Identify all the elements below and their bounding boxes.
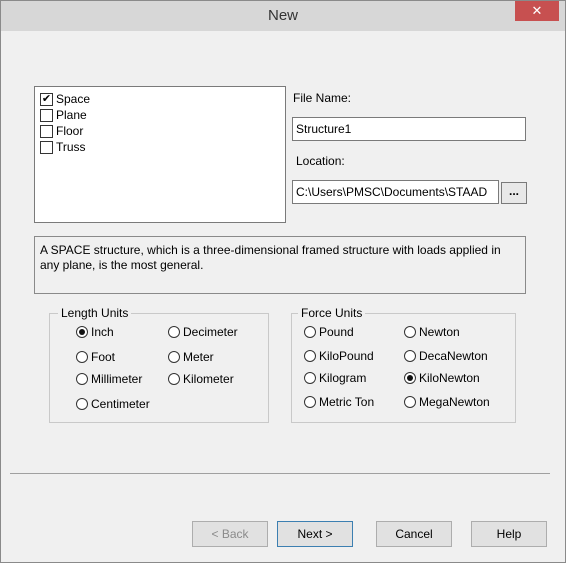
radio-label: Kilometer [183,372,234,386]
radio-label: KiloPound [319,349,374,363]
radio-button[interactable] [76,398,88,410]
floor-checkbox[interactable] [40,124,53,138]
structure-description: A SPACE structure, which is a three-dime… [34,236,526,294]
dialog-body: ✔ Space Plane Floor Truss File Name: Str… [6,31,560,557]
location-label: Location: [296,154,345,168]
radio-label: Kilogram [319,371,367,385]
force-unit-metric-ton[interactable]: Metric Ton [304,394,374,410]
force-unit-newton[interactable]: Newton [404,324,460,340]
structure-type-floor[interactable]: Floor [40,123,83,139]
length-units-legend: Length Units [58,306,132,320]
force-unit-kilopound[interactable]: KiloPound [304,348,374,364]
radio-label: Metric Ton [319,395,375,409]
back-button[interactable]: < Back [192,521,268,547]
radio-button[interactable] [168,351,180,363]
force-units-group: Force Units Pound Newton KiloPound DecaN… [291,306,516,423]
length-unit-foot[interactable]: Foot [76,349,115,365]
help-button[interactable]: Help [471,521,547,547]
force-unit-meganewton[interactable]: MegaNewton [404,394,490,410]
next-button[interactable]: Next > [277,521,353,547]
file-name-label: File Name: [293,91,352,105]
force-unit-pound[interactable]: Pound [304,324,354,340]
radio-button[interactable] [168,326,180,338]
radio-button[interactable] [76,373,88,385]
radio-label: Foot [91,350,116,364]
structure-type-label: Truss [56,140,86,154]
radio-label: Decimeter [183,325,238,339]
divider [10,473,550,474]
location-field[interactable]: C:\Users\PMSC\Documents\STAAD [292,180,499,204]
force-unit-decanewton[interactable]: DecaNewton [404,348,488,364]
radio-button[interactable] [404,326,416,338]
radio-label: Meter [183,350,214,364]
force-unit-kilonewton[interactable]: KiloNewton [404,370,480,386]
structure-type-space[interactable]: ✔ Space [40,91,90,107]
file-name-field[interactable]: Structure1 [292,117,526,141]
dialog-title: New [267,7,298,24]
radio-label: Centimeter [91,397,150,411]
structure-type-truss[interactable]: Truss [40,139,86,155]
force-units-legend: Force Units [298,306,366,320]
structure-type-list[interactable]: ✔ Space Plane Floor Truss [34,86,286,223]
structure-type-label: Space [56,92,91,106]
radio-button[interactable] [168,373,180,385]
truss-checkbox[interactable] [40,140,53,154]
space-checkbox[interactable]: ✔ [40,92,53,106]
radio-label: DecaNewton [419,349,488,363]
length-units-group: Length Units Inch Decimeter Foot Meter M… [49,306,269,423]
radio-button[interactable] [304,372,316,384]
title-bar[interactable]: New ✕ [1,1,565,31]
length-unit-millimeter[interactable]: Millimeter [76,371,142,387]
length-unit-decimeter[interactable]: Decimeter [168,324,238,340]
radio-button[interactable] [76,326,88,338]
radio-button[interactable] [304,350,316,362]
close-icon: ✕ [531,3,543,18]
radio-button[interactable] [76,351,88,363]
cancel-button[interactable]: Cancel [376,521,452,547]
force-unit-kilogram[interactable]: Kilogram [304,370,366,386]
radio-label: KiloNewton [419,371,480,385]
structure-type-label: Plane [56,108,87,122]
length-unit-kilometer[interactable]: Kilometer [168,371,234,387]
close-button[interactable]: ✕ [515,1,559,21]
new-dialog: New ✕ ✔ Space Plane Floor Truss File Nam… [0,0,566,563]
radio-button[interactable] [404,396,416,408]
radio-button[interactable] [304,326,316,338]
plane-checkbox[interactable] [40,108,53,122]
radio-label: Pound [319,325,354,339]
structure-type-plane[interactable]: Plane [40,107,87,123]
browse-button[interactable]: ... [501,182,527,204]
radio-label: Millimeter [91,372,143,386]
radio-label: Inch [91,325,114,339]
radio-button[interactable] [304,396,316,408]
radio-button[interactable] [404,372,416,384]
structure-type-label: Floor [56,124,84,138]
length-unit-meter[interactable]: Meter [168,349,214,365]
radio-label: MegaNewton [419,395,490,409]
length-unit-centimeter[interactable]: Centimeter [76,396,150,412]
length-unit-inch[interactable]: Inch [76,324,114,340]
radio-label: Newton [419,325,460,339]
radio-button[interactable] [404,350,416,362]
